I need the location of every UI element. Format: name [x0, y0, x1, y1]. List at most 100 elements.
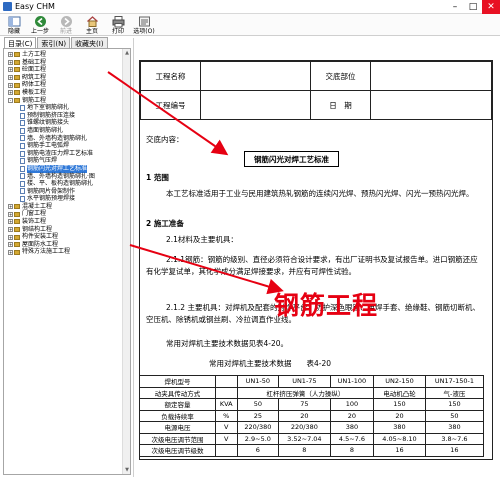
tree-item-label: 装饰工程	[22, 218, 47, 226]
date-label: 日 期	[310, 90, 371, 120]
table-cell: 次级电压调节级数	[139, 444, 216, 457]
tree-item[interactable]: 钢筋气压焊	[8, 157, 130, 165]
table-cell: 8	[329, 444, 375, 457]
toolbar: 隐藏 上一步 前进 主页 打印 选项(O)	[0, 14, 500, 36]
date-value	[370, 90, 492, 120]
page-icon	[20, 173, 25, 180]
table-cell: 电动机凸轮	[373, 386, 426, 399]
tree-item[interactable]: 水平钢筋预埋焊接	[8, 195, 130, 203]
contents-tree-panel: + 土方工程 + 基础工程 + 砼面工程 + 砌筑工程 + 砌体工程 + 模板工程 - 钢筋工程 地下室钢筋…	[3, 48, 131, 475]
table-cell: UN1-100	[329, 375, 375, 388]
tree-item[interactable]: + 砌体工程	[8, 81, 130, 89]
table-cell: 额定容量	[139, 398, 216, 411]
scroll-up-icon[interactable]: ▲	[123, 49, 130, 57]
tree-item-label: 钢筋气压焊	[27, 157, 58, 165]
hide-button[interactable]: 隐藏	[2, 14, 26, 36]
tree-item[interactable]: 钢筋闪光对焊工艺标准	[8, 164, 130, 173]
tree-item[interactable]: 墙面钢筋绑扎	[8, 127, 130, 135]
tree-item[interactable]: + 模板工程	[8, 89, 130, 97]
page-icon	[20, 180, 25, 187]
expand-icon[interactable]: +	[8, 249, 13, 255]
table-cell: 20	[329, 409, 375, 422]
tree-item-label: 钢筋闪光对焊工艺标准	[27, 164, 88, 173]
tree-item[interactable]: 墙、外墙构造钢筋绑扎	[8, 135, 130, 143]
table-cell: 25	[236, 409, 280, 422]
print-button[interactable]: 打印	[106, 14, 130, 36]
table-row: 焊机型号 UN1-50 UN1-75 UN1-100 UN2-150 UN17-150-1	[139, 375, 485, 388]
expand-icon[interactable]: +	[8, 75, 13, 81]
section1-heading: 1 范围	[146, 173, 169, 182]
scroll-down-icon[interactable]: ▼	[123, 466, 130, 474]
tree-item[interactable]: 地下室钢筋绑扎	[8, 104, 130, 112]
expand-icon[interactable]: +	[8, 204, 13, 210]
section21-text: 2.1材料及主要机具：	[166, 235, 238, 244]
project-name-label: 工程名称	[140, 61, 201, 91]
forward-icon	[60, 16, 72, 27]
table-cell: V	[214, 432, 238, 445]
table-cell: 220/380	[236, 421, 280, 434]
tree-item-label: 土方工程	[22, 51, 47, 58]
book-icon	[14, 226, 20, 232]
home-icon	[86, 16, 98, 27]
back-icon	[34, 16, 46, 27]
close-button[interactable]: ✕	[482, 0, 500, 14]
expand-icon[interactable]: +	[8, 82, 13, 88]
expand-icon[interactable]: +	[8, 52, 13, 58]
tree-item-label: 砼面工程	[22, 66, 47, 74]
book-icon	[14, 52, 20, 58]
tree-scrollbar[interactable]: ▲ ▼	[122, 49, 130, 474]
table-cell: 3.8~7.6	[424, 432, 485, 445]
tree-item[interactable]: 钢筋手工电弧焊	[8, 142, 130, 150]
tree-item[interactable]: + 特殊方法施工工程	[8, 248, 130, 256]
table-cell: 3.52~7.04	[278, 432, 331, 445]
table-cell: 次级电压调节范围	[139, 432, 216, 445]
table-cell: 焊机型号	[139, 375, 216, 388]
home-button[interactable]: 主页	[80, 14, 104, 36]
project-no-value	[200, 90, 311, 120]
book-icon	[14, 67, 20, 73]
tree-item[interactable]: 墙、外墙构造钢筋绑扎·图	[8, 173, 130, 181]
tree-item-label: 构件安装工程	[22, 233, 59, 241]
table-cell: UN1-50	[236, 375, 280, 388]
table-cell: 16	[424, 444, 485, 457]
minimize-button[interactable]: –	[446, 0, 464, 14]
expand-icon[interactable]: +	[8, 59, 13, 65]
forward-button[interactable]: 前进	[54, 14, 78, 36]
tree-item[interactable]: 锥螺纹钢筋接头	[8, 119, 130, 127]
tree-item[interactable]: + 构件安装工程	[8, 233, 130, 241]
expand-icon[interactable]: +	[8, 211, 13, 217]
book-icon	[14, 242, 20, 248]
collapse-icon[interactable]: -	[8, 97, 13, 103]
content-pane: 工程名称 交底部位 工程编号 日 期 交底内容： 钢筋闪光对焊工艺标准 1 范围…	[133, 38, 500, 477]
project-no-label: 工程编号	[140, 90, 201, 120]
tree-item-label: 地下室钢筋绑扎	[27, 104, 70, 112]
options-button[interactable]: 选项(O)	[132, 14, 156, 36]
table-cell: 380	[329, 421, 375, 434]
page-icon	[20, 142, 25, 149]
tree-item[interactable]: + 砼面工程	[8, 66, 130, 74]
table-cell: 380	[373, 421, 426, 434]
book-icon	[14, 82, 20, 88]
tree-item[interactable]: + 土方工程	[8, 51, 130, 59]
expand-icon[interactable]: +	[8, 234, 13, 240]
tree-item[interactable]: 楼、平、板构造钢筋绑扎	[8, 180, 130, 188]
table-cell: 4.05~8.10	[373, 432, 426, 445]
table-cell: 16	[373, 444, 426, 457]
expand-icon[interactable]: +	[8, 219, 13, 225]
table-cell: 50	[424, 409, 485, 422]
book-icon	[14, 90, 20, 96]
section2-heading: 2 施工准备	[146, 219, 184, 228]
expand-icon[interactable]: +	[8, 67, 13, 73]
back-button[interactable]: 上一步	[28, 14, 52, 36]
expand-icon[interactable]: +	[8, 226, 13, 232]
expand-icon[interactable]: +	[8, 242, 13, 248]
table-cell: 6	[236, 444, 280, 457]
tree-item-label: 钢筋手工电弧焊	[27, 142, 70, 150]
expand-icon[interactable]: +	[8, 90, 13, 96]
table-row: 次级电压调节级数 6 8 8 16 16	[139, 444, 485, 457]
maximize-button[interactable]: □	[464, 0, 482, 14]
tree-item[interactable]: + 门窗工程	[8, 210, 130, 218]
table-cell: %	[214, 409, 238, 422]
tree-item[interactable]: + 装饰工程	[8, 218, 130, 226]
table-cell: 380	[424, 421, 485, 434]
